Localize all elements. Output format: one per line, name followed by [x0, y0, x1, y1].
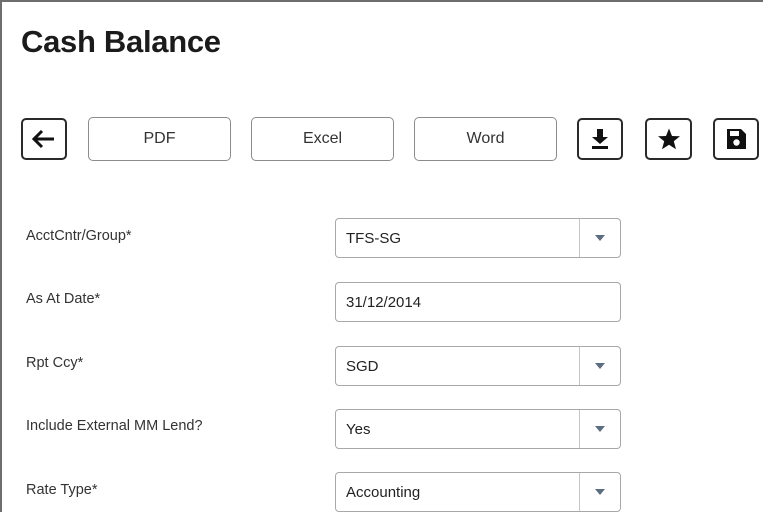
caret-down-icon [595, 363, 605, 369]
save-button[interactable] [713, 118, 759, 160]
rpt-ccy-select[interactable]: SGD [335, 346, 621, 386]
as-at-date-label: As At Date* [26, 291, 101, 307]
download-button[interactable] [577, 118, 623, 160]
mm-lend-label: Include External MM Lend? [26, 418, 203, 434]
rpt-ccy-dropdown-toggle[interactable] [579, 347, 620, 385]
caret-down-icon [595, 235, 605, 241]
favorite-button[interactable] [645, 118, 692, 160]
acct-centre-dropdown-toggle[interactable] [579, 219, 620, 257]
rate-type-select[interactable]: Accounting [335, 472, 621, 512]
pdf-button[interactable]: PDF [88, 117, 231, 161]
rate-type-label: Rate Type* [26, 482, 98, 498]
floppy-disk-icon [727, 129, 746, 149]
frame-border-top [0, 0, 763, 2]
word-button[interactable]: Word [414, 117, 557, 161]
acct-centre-value: TFS-SG [346, 229, 401, 247]
arrow-left-icon [32, 129, 54, 149]
page-title: Cash Balance [21, 24, 221, 59]
as-at-date-input[interactable]: 31/12/2014 [335, 282, 621, 322]
rpt-ccy-value: SGD [346, 357, 379, 375]
rate-type-dropdown-toggle[interactable] [579, 473, 620, 511]
frame-border-left [0, 0, 2, 512]
mm-lend-dropdown-toggle[interactable] [579, 410, 620, 448]
mm-lend-select[interactable]: Yes [335, 409, 621, 449]
star-icon [657, 128, 680, 150]
caret-down-icon [595, 489, 605, 495]
back-button[interactable] [21, 118, 67, 160]
acct-centre-label: AcctCntr/Group* [26, 228, 132, 244]
download-icon [592, 129, 608, 149]
as-at-date-value: 31/12/2014 [346, 293, 422, 311]
caret-down-icon [595, 426, 605, 432]
rpt-ccy-label: Rpt Ccy* [26, 355, 84, 371]
mm-lend-value: Yes [346, 420, 371, 438]
acct-centre-select[interactable]: TFS-SG [335, 218, 621, 258]
rate-type-value: Accounting [346, 483, 421, 501]
excel-button[interactable]: Excel [251, 117, 394, 161]
